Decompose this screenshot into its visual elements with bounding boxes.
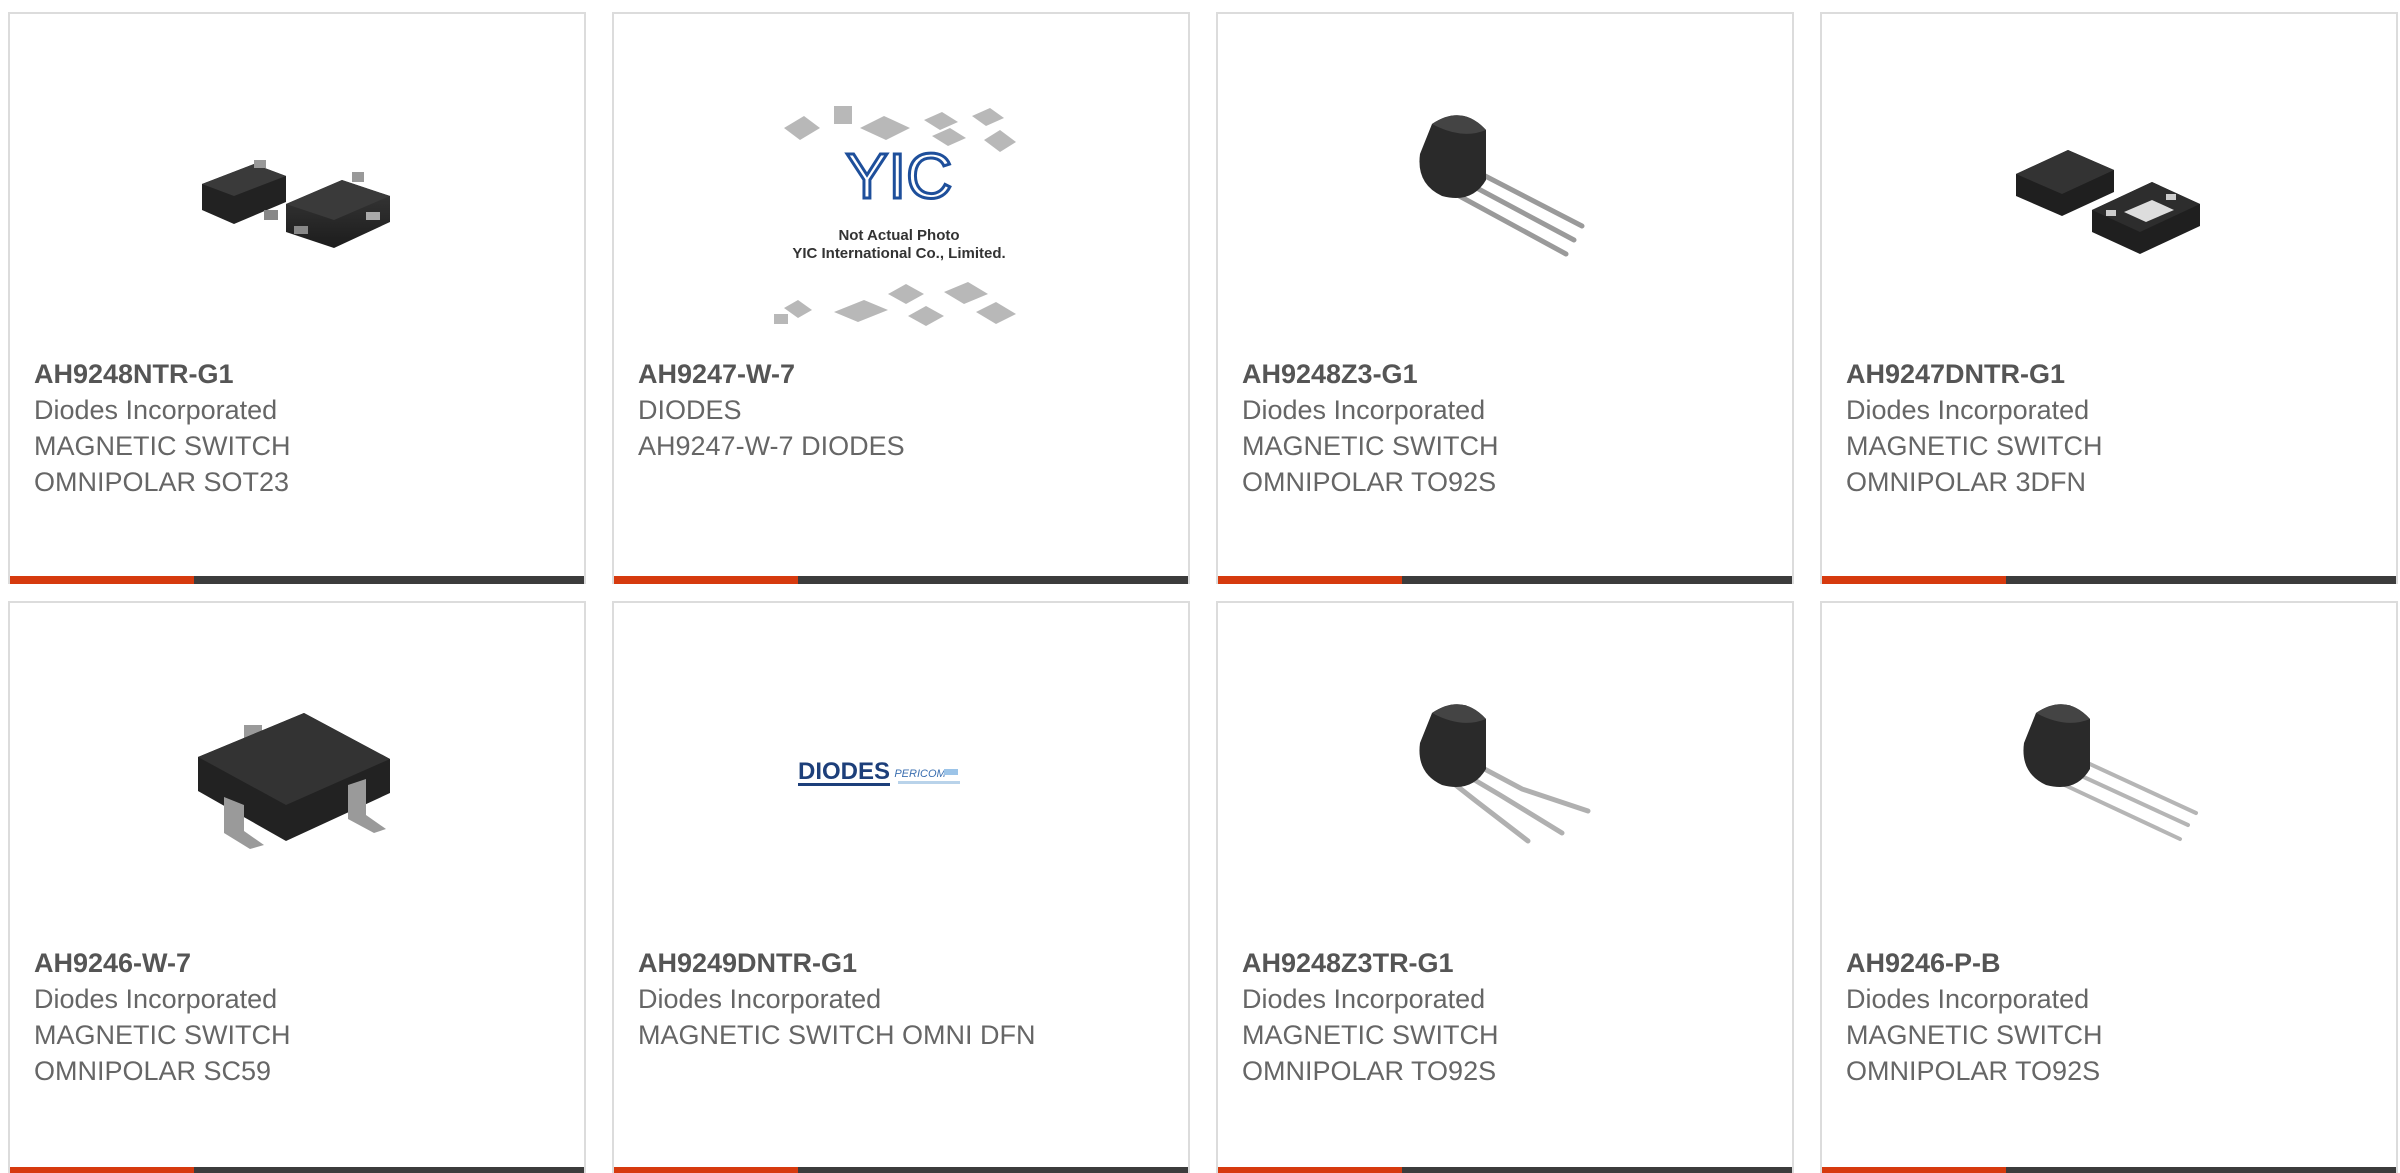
description-line-1: MAGNETIC SWITCH OMNI DFN [638,1020,1036,1050]
to92-package-icon [1419,115,1585,257]
manufacturer: Diodes Incorporated [1846,395,2090,425]
yic-logo: YIC [846,140,953,212]
card-accent-bar [1822,576,2006,584]
part-number[interactable]: AH9246-P-B [1846,945,2386,981]
card-bottom-bar [614,576,1188,584]
product-card[interactable]: AH9246-W-7 Diodes Incorporated MAGNETIC … [8,601,586,1173]
sot23-package-icon [202,160,390,248]
manufacturer: Diodes Incorporated [1242,395,1486,425]
diodes-brand-text: DIODES [798,758,890,785]
card-bottom-bar [10,576,584,584]
part-number[interactable]: AH9248Z3TR-G1 [1242,945,1782,981]
card-accent-bar [10,576,194,584]
product-card[interactable]: AH9247DNTR-G1 Diodes Incorporated MAGNET… [1820,12,2398,584]
product-grid: AH9248NTR-G1 Diodes Incorporated MAGNETI… [0,0,2400,1173]
placeholder-image-icon: YIC Not Actual Photo YIC International C… [774,106,1016,326]
part-number[interactable]: AH9247DNTR-G1 [1846,356,2386,392]
product-card[interactable]: DIODES PERICOM AH9249DNTR-G1 Diodes Inco… [612,601,1190,1173]
card-accent-bar [614,576,798,584]
description-line-1: MAGNETIC SWITCH [34,431,291,461]
card-bottom-bar [10,1167,584,1173]
description-line-1: MAGNETIC SWITCH [1242,431,1499,461]
card-accent-bar [1822,1167,2006,1173]
card-bottom-bar [1218,576,1792,584]
description-line-2: OMNIPOLAR TO92S [1846,1056,2101,1086]
product-image[interactable] [1402,673,1602,873]
placeholder-caption-1: Not Actual Photo [838,227,959,244]
description-line-1: AH9247-W-7 DIODES [638,431,905,461]
product-card[interactable]: YIC Not Actual Photo YIC International C… [612,12,1190,584]
manufacturer: Diodes Incorporated [34,395,278,425]
card-accent-bar [1218,1167,1402,1173]
part-number[interactable]: AH9247-W-7 [638,356,1178,392]
card-bottom-bar [1822,576,2396,584]
part-number[interactable]: AH9249DNTR-G1 [638,945,1178,981]
product-image[interactable] [194,84,394,284]
product-card[interactable]: AH9248Z3-G1 Diodes Incorporated MAGNETIC… [1216,12,1794,584]
description-line-1: MAGNETIC SWITCH [1846,431,2103,461]
product-image[interactable] [194,673,394,873]
description-line-2: OMNIPOLAR TO92S [1242,1056,1497,1086]
manufacturer: DIODES [638,395,742,425]
product-card[interactable]: AH9248Z3TR-G1 Diodes Incorporated MAGNET… [1216,601,1794,1173]
product-image[interactable]: YIC Not Actual Photo YIC International C… [764,98,1034,348]
card-accent-bar [614,1167,798,1173]
product-card[interactable]: AH9246-P-B Diodes Incorporated MAGNETIC … [1820,601,2398,1173]
description-line-2: OMNIPOLAR SOT23 [34,467,290,497]
product-image[interactable] [2006,673,2206,873]
pericom-brand-text: PERICOM [894,768,946,780]
description-line-2: OMNIPOLAR SC59 [34,1056,272,1086]
description-line-1: MAGNETIC SWITCH [1846,1020,2103,1050]
card-accent-bar [10,1167,194,1173]
placeholder-caption-2: YIC International Co., Limited. [792,245,1005,262]
manufacturer: Diodes Incorporated [34,984,278,1014]
manufacturer: Diodes Incorporated [1846,984,2090,1014]
part-number[interactable]: AH9248Z3-G1 [1242,356,1782,392]
manufacturer: Diodes Incorporated [638,984,882,1014]
product-image[interactable]: DIODES PERICOM [798,673,998,873]
product-image[interactable] [1402,84,1602,284]
part-number[interactable]: AH9246-W-7 [34,945,574,981]
product-image[interactable] [2006,84,2206,284]
card-bottom-bar [1218,1167,1792,1173]
dfn-package-icon [2016,150,2200,254]
description-line-1: MAGNETIC SWITCH [1242,1020,1499,1050]
to92-bent-package-icon [1419,704,1591,844]
card-bottom-bar [614,1167,1188,1173]
description-line-2: OMNIPOLAR TO92S [1242,467,1497,497]
description-line-1: MAGNETIC SWITCH [34,1020,291,1050]
diodes-logo-icon: DIODES PERICOM [798,758,960,786]
description-line-2: OMNIPOLAR 3DFN [1846,467,2087,497]
product-card[interactable]: AH9248NTR-G1 Diodes Incorporated MAGNETI… [8,12,586,584]
part-number[interactable]: AH9248NTR-G1 [34,356,574,392]
manufacturer: Diodes Incorporated [1242,984,1486,1014]
to92-package-icon [2023,704,2198,841]
card-accent-bar [1218,576,1402,584]
card-bottom-bar [1822,1167,2396,1173]
sc59-package-icon [198,713,390,849]
